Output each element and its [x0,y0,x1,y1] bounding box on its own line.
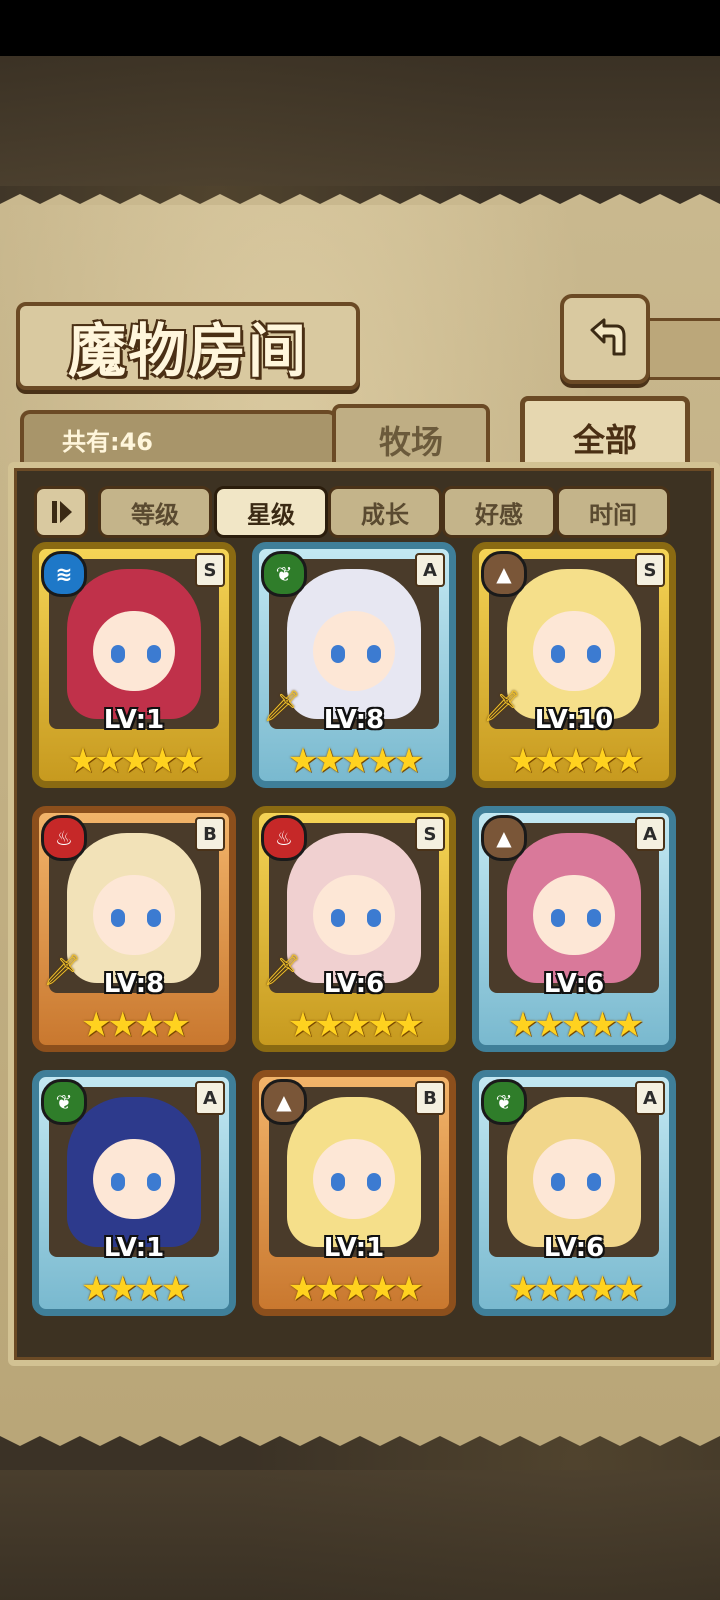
level-label: LV:8 [103,969,165,999]
fire-element-icon: ♨ [41,815,87,861]
star-rating: ★★★★★ [507,741,644,781]
back-button[interactable] [560,294,650,384]
rank-badge: S [415,817,445,851]
status-bar [0,0,720,56]
monster-eye [551,1173,565,1191]
monster-card[interactable]: ♨ B 🗡 LV:8 ★★★★ [32,806,236,1052]
monster-eye [367,1173,381,1191]
monster-eye [551,909,565,927]
sort-button-3[interactable]: 好感 [442,486,556,538]
monster-eye [367,645,381,663]
level-label: LV:6 [543,969,605,999]
monster-eye [587,645,601,663]
map-strip-top [0,56,720,186]
monster-eye [587,1173,601,1191]
monster-eye [147,1173,161,1191]
level-label: LV:6 [323,969,385,999]
back-arrow-icon [590,318,626,356]
star-rating: ★★★★★ [287,741,424,781]
wood-element-icon: ❦ [41,1079,87,1125]
monster-card[interactable]: ≋ S LV:1 ★★★★★ [32,542,236,788]
earth-element-icon: ▲ [481,551,527,597]
monster-eye [147,645,161,663]
earth-element-icon: ▲ [261,1079,307,1125]
fire-element-icon: ♨ [261,815,307,861]
sort-button-2[interactable]: 成长 [328,486,442,538]
sort-button-0[interactable]: 等级 [98,486,212,538]
water-element-icon: ≋ [41,551,87,597]
star-rating: ★★★★★ [67,741,204,781]
monster-card[interactable]: ❦ A LV:6 ★★★★★ [472,1070,676,1316]
star-rating: ★★★★★ [507,1005,644,1045]
wood-element-icon: ❦ [481,1079,527,1125]
level-label: LV:1 [103,1233,165,1263]
star-rating: ★★★★ [81,1269,191,1309]
monster-face [533,1139,615,1219]
monster-eye [331,909,345,927]
sort-toggle-icon [52,501,72,523]
monster-card[interactable]: ▲ S 🗡 LV:10 ★★★★★ [472,542,676,788]
level-label: LV:8 [323,705,385,735]
monster-card[interactable]: ▲ B LV:1 ★★★★★ [252,1070,456,1316]
monster-eye [111,1173,125,1191]
rank-badge: B [195,817,225,851]
star-rating: ★★★★ [81,1005,191,1045]
rank-badge: A [195,1081,225,1115]
rank-badge: A [415,553,445,587]
monster-face [93,611,175,691]
sort-button-4[interactable]: 时间 [556,486,670,538]
monster-face [313,875,395,955]
monster-eye [111,645,125,663]
monster-face [533,611,615,691]
rank-badge: A [635,1081,665,1115]
level-label: LV:10 [534,705,614,735]
level-label: LV:1 [103,705,165,735]
monster-card[interactable]: ▲ A LV:6 ★★★★★ [472,806,676,1052]
earth-element-icon: ▲ [481,815,527,861]
monster-face [313,611,395,691]
monster-card[interactable]: ♨ S 🗡 LV:6 ★★★★★ [252,806,456,1052]
rank-badge: S [195,553,225,587]
star-rating: ★★★★★ [507,1269,644,1309]
star-rating: ★★★★★ [287,1005,424,1045]
sort-button-1[interactable]: 星级 [214,486,328,538]
monster-card[interactable]: ❦ A LV:1 ★★★★ [32,1070,236,1316]
monster-eye [147,909,161,927]
monster-face [93,875,175,955]
map-strip-bottom [0,1470,720,1600]
monster-face [533,875,615,955]
star-rating: ★★★★★ [287,1269,424,1309]
monster-face [93,1139,175,1219]
title-plaque: 魔物房间 [16,302,360,390]
monster-face [313,1139,395,1219]
rank-badge: B [415,1081,445,1115]
monster-eye [331,1173,345,1191]
level-label: LV:6 [543,1233,605,1263]
sort-toggle-button[interactable] [34,486,88,538]
zigzag-border-bottom [0,1420,720,1446]
monster-eye [367,909,381,927]
monster-eye [331,645,345,663]
page-title: 魔物房间 [67,317,308,385]
monster-eye [111,909,125,927]
monster-eye [551,645,565,663]
monster-card[interactable]: ❦ A 🗡 LV:8 ★★★★★ [252,542,456,788]
rank-badge: S [635,553,665,587]
monster-eye [587,909,601,927]
rank-badge: A [635,817,665,851]
monster-count: 共有:46 [62,428,153,456]
wood-element-icon: ❦ [261,551,307,597]
level-label: LV:1 [323,1233,385,1263]
